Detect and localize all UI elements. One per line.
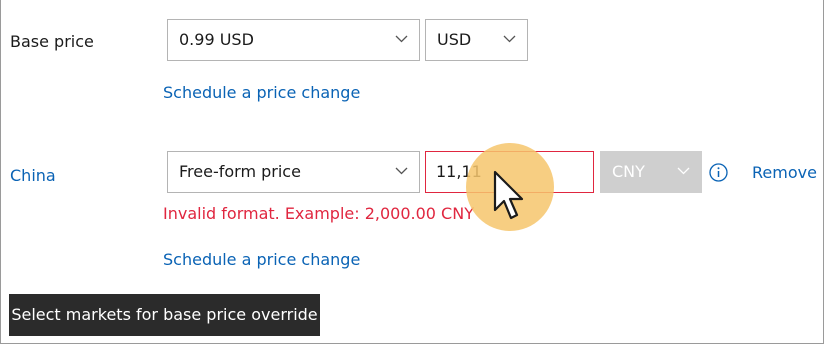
price-format-error: Invalid format. Example: 2,000.00 CNY [163,204,474,223]
base-price-select-value: 0.99 USD [179,30,254,49]
base-price-select[interactable]: 0.99 USD [167,19,420,61]
chevron-down-icon [503,35,516,43]
base-schedule-price-change-link[interactable]: Schedule a price change [163,83,360,102]
mouse-pointer-icon [493,170,524,220]
base-currency-select-value: USD [437,30,472,49]
market-price-type-select-value: Free-form price [179,162,301,181]
market-currency-select: CNY [600,151,702,193]
market-price-type-select[interactable]: Free-form price [167,151,420,193]
market-name-china[interactable]: China [10,166,56,185]
chevron-down-icon [395,167,408,175]
base-currency-select[interactable]: USD [425,19,528,61]
chevron-down-icon [677,167,690,175]
select-markets-button[interactable]: Select markets for base price override [9,294,320,336]
market-schedule-price-change-link[interactable]: Schedule a price change [163,250,360,269]
base-price-label: Base price [10,32,94,51]
market-currency-select-value: CNY [612,162,645,181]
pricing-panel: Base price 0.99 USD USD Schedule a price… [0,0,824,344]
info-icon[interactable] [709,163,728,182]
chevron-down-icon [395,35,408,43]
remove-market-link[interactable]: Remove [752,163,817,182]
